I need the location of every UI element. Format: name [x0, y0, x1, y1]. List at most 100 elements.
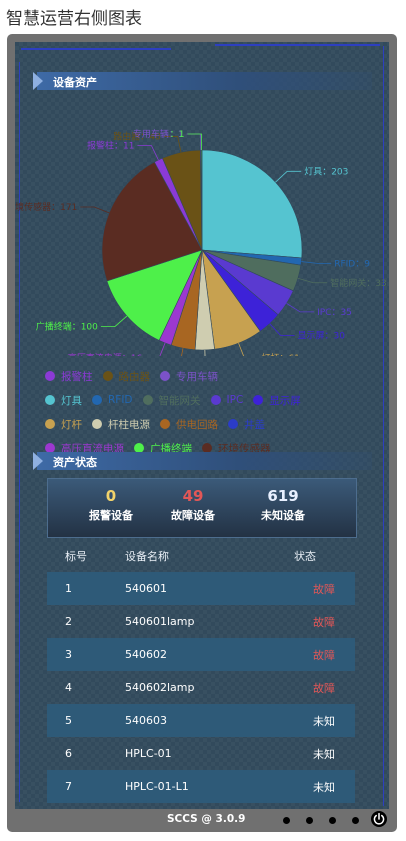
pie-label-line — [286, 303, 315, 313]
pie-label-line — [204, 349, 206, 356]
row-number: 6 — [65, 747, 72, 760]
device-frame: 设备资产 灯具：203 RFID：9 智能网关：33 IPC：35 显示屏：30 灯杆：6… — [7, 34, 397, 832]
legend-swatch — [45, 395, 55, 405]
legend-label: 专用车辆 — [176, 370, 218, 383]
pie-label-line — [297, 277, 328, 284]
pie-slice-label: 环境传感器：171 — [15, 201, 77, 213]
row-status: 未知 — [313, 747, 335, 761]
legend-item[interactable]: 灯具 — [45, 393, 82, 408]
unknown-devices-count: 619 — [267, 487, 299, 505]
dashboard-screen: 设备资产 灯具：203 RFID：9 智能网关：33 IPC：35 显示屏：30 灯杆：6… — [15, 42, 389, 809]
col-number: 标号 — [65, 549, 87, 563]
legend-item[interactable]: 供电回路 — [160, 417, 218, 432]
unknown-devices-label: 未知设备 — [261, 509, 305, 522]
pie-label-line — [137, 145, 159, 161]
legend-swatch — [45, 371, 55, 381]
legend-label: 井盖 — [244, 418, 265, 431]
alarm-devices-count: 0 — [105, 487, 117, 505]
legend-label: 灯杆 — [61, 418, 82, 431]
legend-label: 路由器 — [118, 370, 151, 383]
pie-label-line — [159, 342, 166, 356]
legend-item[interactable]: 井盖 — [228, 417, 265, 432]
row-device-name: 540601 — [124, 572, 293, 605]
table-row[interactable]: 2 540601lamp 故障 — [47, 605, 355, 638]
legend-row: 灯杆 杆柱电源 供电回路 井盖 — [45, 412, 385, 436]
legend-item[interactable]: 智能网关 — [142, 393, 201, 408]
legend-label: 智能网关 — [158, 394, 201, 407]
pie-slice-label: 广播终端：100 — [36, 321, 98, 333]
legend-item[interactable]: RFID — [92, 394, 133, 406]
legend-item[interactable]: 灯杆 — [45, 417, 82, 432]
nav-dot[interactable] — [352, 817, 359, 824]
table-row[interactable]: 5 540603 未知 — [47, 704, 355, 737]
legend-label: 灯具 — [61, 394, 82, 407]
table-row[interactable]: 3 540602 故障 — [47, 638, 355, 671]
fault-devices-label: 故障设备 — [171, 509, 215, 522]
legend-label: RFID — [108, 394, 133, 406]
row-number: 4 — [65, 681, 72, 694]
row-device-name: 540602lamp — [125, 681, 195, 694]
row-status: 故障 — [293, 572, 355, 605]
table-row[interactable]: 4 540602lamp 故障 — [47, 671, 355, 704]
row-status: 故障 — [293, 638, 355, 671]
legend-row: 报警柱 路由器 专用车辆 — [45, 364, 385, 388]
legend-item[interactable]: IPC — [210, 394, 244, 406]
page-title: 智慧运营右侧图表 — [6, 9, 142, 29]
pie-label-line — [301, 261, 332, 264]
device-assets-header: 设备资产 — [33, 72, 372, 90]
row-number: 1 — [47, 572, 124, 605]
alarm-devices-label: 报警设备 — [89, 509, 133, 522]
asset-status-header: 资产状态 — [33, 452, 372, 470]
legend-swatch — [160, 371, 170, 381]
row-number: 8 — [47, 803, 124, 809]
legend-swatch — [45, 419, 55, 429]
nav-dot[interactable] — [283, 817, 290, 824]
row-device-name: 540601lamp — [125, 615, 195, 628]
pie-slice-label: 智能网关：33 — [330, 277, 386, 289]
pie-slice[interactable] — [201, 149, 303, 259]
row-number: 7 — [47, 770, 124, 803]
legend-item[interactable]: 杆柱电源 — [92, 417, 150, 432]
legend-item[interactable]: 路由器 — [102, 369, 151, 384]
asset-stats-panel: 0 报警设备 49 故障设备 619 未知设备 — [47, 478, 357, 538]
pie-label-line — [181, 348, 184, 356]
nav-dot[interactable] — [306, 817, 313, 824]
row-status: 未知 — [293, 803, 355, 809]
table-row[interactable]: 6 HPLC-01 未知 — [47, 737, 355, 770]
pie-label-line — [238, 342, 245, 356]
row-device-name: 540602 — [124, 638, 293, 671]
pie-label-line — [186, 133, 202, 151]
pie-label-line — [100, 315, 128, 328]
row-status: 未知 — [293, 770, 355, 803]
col-device-name: 设备名称 — [125, 549, 169, 563]
row-device-name: 540603 — [124, 704, 293, 737]
legend-label: 杆柱电源 — [108, 418, 150, 431]
col-status: 状态 — [294, 549, 316, 563]
pie-slice-label: 灯具：203 — [304, 166, 348, 177]
pie-legend: 报警柱 路由器 专用车辆 灯具 RFID 智能网关 IPC 显示屏 灯杆 杆柱电源 供电回路 井盖 高压… — [45, 364, 385, 460]
legend-item[interactable]: 显示屏 — [253, 393, 301, 408]
power-icon[interactable] — [371, 811, 387, 827]
row-device-name: HPLC-01 — [125, 747, 172, 760]
header-marker — [33, 452, 43, 470]
row-number: 2 — [65, 615, 72, 628]
legend-item[interactable]: 报警柱 — [45, 369, 93, 384]
table-row[interactable]: 1 540601 故障 — [47, 572, 355, 605]
legend-row: 灯具 RFID 智能网关 IPC 显示屏 — [45, 388, 385, 412]
row-status: 故障 — [313, 681, 335, 695]
asset-pie-chart: 灯具：203RFID：9智能网关：33IPC：35显示屏：30灯杆：61杆柱电源… — [15, 128, 387, 356]
table-header-row: 标号 设备名称 状态 — [47, 539, 355, 572]
row-device-name: HPLC-01-L1 — [124, 770, 293, 803]
table-row[interactable]: 8HPLC-02未知 — [47, 803, 355, 809]
legend-swatch — [92, 395, 102, 405]
pie-label-line — [80, 206, 110, 214]
legend-label: IPC — [226, 394, 244, 406]
row-number: 3 — [47, 638, 124, 671]
legend-item[interactable]: 专用车辆 — [160, 369, 218, 384]
row-status: 未知 — [293, 704, 355, 737]
legend-swatch — [92, 419, 102, 429]
table-row[interactable]: 7 HPLC-01-L1 未知 — [47, 770, 355, 803]
pie-slice-label: RFID：9 — [334, 259, 370, 269]
asset-status-table: 标号 设备名称 状态 1 540601 故障 2 540601lamp 故障 3 540602… — [47, 539, 355, 809]
nav-dot[interactable] — [329, 817, 336, 824]
